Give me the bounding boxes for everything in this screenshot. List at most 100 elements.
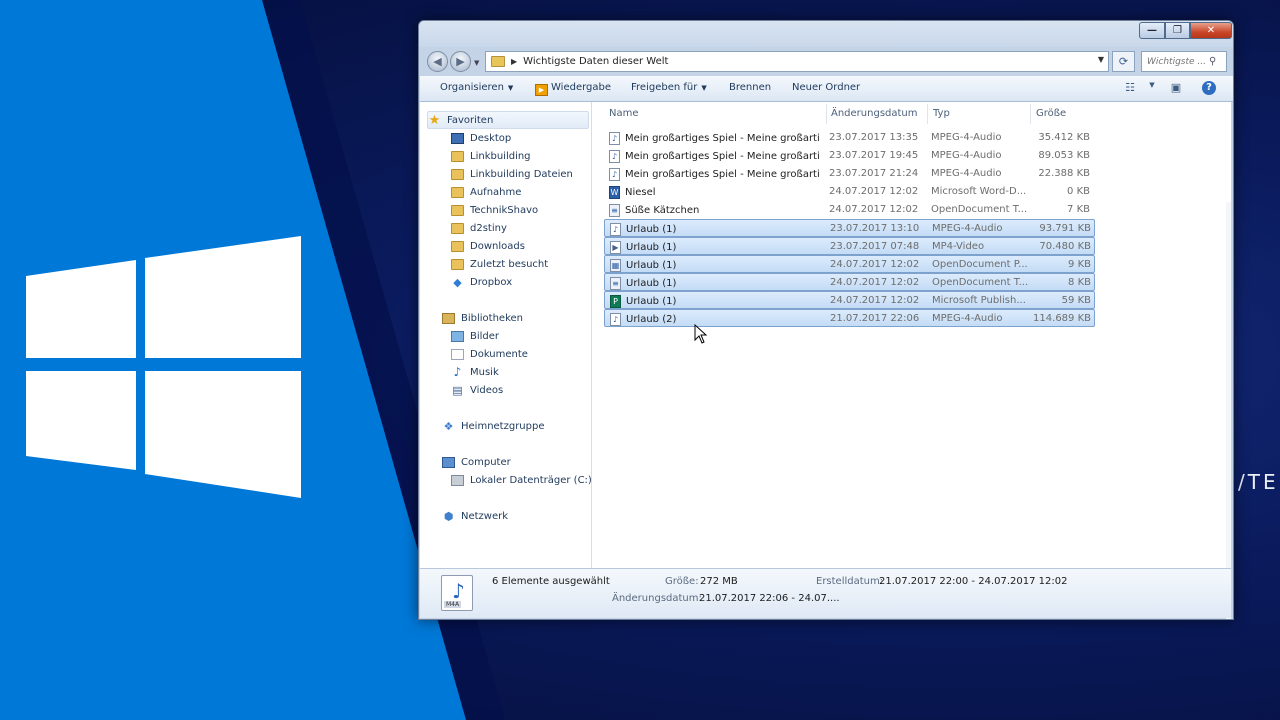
- nav-item-videos[interactable]: ▤ Videos: [451, 381, 503, 399]
- file-name[interactable]: ♪ Mein großartiges Spiel - Meine großarti…: [609, 150, 819, 163]
- nav-item-linkbuilding-dateien[interactable]: Linkbuilding Dateien: [451, 165, 573, 183]
- nav-item-desktop[interactable]: Desktop: [451, 129, 511, 147]
- refresh-button[interactable]: ⟳: [1112, 51, 1135, 72]
- file-size: 0 KB: [1067, 186, 1090, 197]
- nav-item-technikshavo[interactable]: TechnikShavo: [451, 201, 538, 219]
- file-row[interactable]: ♪ Urlaub (1) 23.07.2017 13:10 MPEG-4-Audio 9…: [604, 219, 1095, 237]
- nav-item-linkbuilding[interactable]: Linkbuilding: [451, 147, 531, 165]
- address-bar[interactable]: ▶ Wichtigste Daten dieser Welt ▼: [485, 51, 1109, 72]
- nav-label: Dropbox: [470, 276, 513, 288]
- nav-item-dropbox[interactable]: ◆ Dropbox: [451, 273, 512, 291]
- file-name-text: Urlaub (2): [626, 314, 677, 325]
- command-bar: Organisieren ▼ ▶ Wiedergabe Freigeben für ▼…: [420, 76, 1233, 102]
- nav-item-aufnahme[interactable]: Aufnahme: [451, 183, 521, 201]
- close-button[interactable]: ✕: [1190, 22, 1232, 39]
- file-date: 23.07.2017 07:48: [830, 241, 920, 252]
- file-name[interactable]: P Urlaub (1): [610, 295, 820, 308]
- file-size: 22.388 KB: [1038, 168, 1090, 179]
- file-type: Microsoft Word-D...: [931, 186, 1027, 197]
- nav-item-musik[interactable]: ♪ Musik: [451, 363, 499, 381]
- maximize-button[interactable]: ❐: [1165, 22, 1190, 39]
- play-button[interactable]: ▶ Wiedergabe: [535, 82, 611, 96]
- file-size: 35.412 KB: [1038, 132, 1090, 143]
- homegroup-icon: ❖: [443, 419, 454, 433]
- file-date: 24.07.2017 12:02: [830, 295, 920, 306]
- file-name-text: Urlaub (1): [626, 242, 677, 253]
- arrow-right-icon: ▶: [456, 55, 465, 68]
- column-header-size[interactable]: Größe: [1036, 108, 1066, 119]
- nav-favorites[interactable]: ★ Favoriten: [427, 111, 589, 129]
- view-options-icon[interactable]: ☷: [1122, 81, 1138, 95]
- file-type: MP4-Video: [932, 241, 985, 252]
- music-icon: ♪: [453, 364, 462, 379]
- nav-homegroup[interactable]: ❖ Heimnetzgruppe: [442, 417, 545, 435]
- forward-button[interactable]: ▶: [450, 51, 471, 72]
- column-header-name[interactable]: Name: [609, 108, 639, 119]
- video-icon: ▤: [452, 383, 463, 397]
- organize-menu[interactable]: Organisieren ▼: [440, 82, 513, 93]
- preview-pane-icon[interactable]: ▣: [1168, 81, 1184, 95]
- nav-item-bilder[interactable]: Bilder: [451, 327, 499, 345]
- file-row[interactable]: W Niesel 24.07.2017 12:02 Microsoft Word-D.…: [604, 183, 1095, 201]
- help-icon[interactable]: ?: [1202, 81, 1216, 95]
- file-name[interactable]: ♪ Mein großartiges Spiel - Meine großarti…: [609, 132, 819, 145]
- file-row[interactable]: ♪ Mein großartiges Spiel - Meine großarti…: [604, 147, 1095, 165]
- file-row[interactable]: ≡ Urlaub (1) 24.07.2017 12:02 OpenDocument …: [604, 273, 1095, 291]
- recent-pages-dropdown[interactable]: ▼: [474, 59, 479, 67]
- file-name[interactable]: ▦ Urlaub (1): [610, 259, 820, 272]
- file-row[interactable]: P Urlaub (1) 24.07.2017 12:02 Microsoft Pub…: [604, 291, 1095, 309]
- organize-label: Organisieren: [440, 82, 504, 93]
- file-name[interactable]: ≡ Urlaub (1): [610, 277, 820, 290]
- document-file-icon: ≡: [610, 277, 621, 290]
- address-dropdown-icon[interactable]: ▼: [1098, 55, 1104, 64]
- share-menu[interactable]: Freigeben für ▼: [631, 82, 707, 93]
- column-divider[interactable]: [826, 104, 827, 124]
- nav-item-dokumente[interactable]: Dokumente: [451, 345, 528, 363]
- share-label: Freigeben für: [631, 82, 698, 93]
- nav-computer[interactable]: Computer: [442, 453, 511, 471]
- file-name[interactable]: ≡ Süße Kätzchen: [609, 204, 819, 217]
- view-dropdown-icon[interactable]: ▼: [1144, 81, 1160, 95]
- search-icon[interactable]: ⚲: [1209, 56, 1216, 67]
- scrollbar-track[interactable]: [1226, 202, 1231, 619]
- document-file-icon: ≡: [609, 204, 620, 217]
- back-button[interactable]: ◀: [427, 51, 448, 72]
- pictures-icon: [451, 330, 464, 342]
- file-name[interactable]: ▶ Urlaub (1): [610, 241, 820, 254]
- file-name-text: Mein großartiges Spiel - Meine großartig…: [625, 151, 819, 162]
- computer-icon: [442, 456, 455, 468]
- file-row[interactable]: ♪ Urlaub (2) 21.07.2017 22:06 MPEG-4-Audio 1…: [604, 309, 1095, 327]
- column-divider[interactable]: [927, 104, 928, 124]
- file-name[interactable]: W Niesel: [609, 186, 819, 199]
- address-path[interactable]: Wichtigste Daten dieser Welt: [523, 56, 668, 67]
- presentation-file-icon: ▦: [610, 259, 621, 272]
- file-name[interactable]: ♪ Urlaub (2): [610, 313, 820, 326]
- network-icon: ⬢: [443, 509, 454, 523]
- file-row[interactable]: ▶ Urlaub (1) 23.07.2017 07:48 MP4-Video 70.4…: [604, 237, 1095, 255]
- nav-item-downloads[interactable]: Downloads: [451, 237, 525, 255]
- nav-item-local-disk[interactable]: Lokaler Datenträger (C:): [451, 471, 592, 489]
- file-row[interactable]: ≡ Süße Kätzchen 24.07.2017 12:02 OpenDocume…: [604, 201, 1095, 219]
- nav-item-recent[interactable]: Zuletzt besucht: [451, 255, 548, 273]
- nav-network[interactable]: ⬢ Netzwerk: [442, 507, 508, 525]
- file-type: OpenDocument P...: [932, 259, 1028, 270]
- file-date: 23.07.2017 13:35: [829, 132, 919, 143]
- column-header-date[interactable]: Änderungsdatum: [831, 108, 918, 119]
- column-header-type[interactable]: Typ: [933, 108, 950, 119]
- column-divider[interactable]: [1030, 104, 1031, 124]
- file-name[interactable]: ♪ Urlaub (1): [610, 223, 820, 236]
- created-value: 21.07.2017 22:00 - 24.07.2017 12:02: [879, 576, 1068, 587]
- file-row[interactable]: ♪ Mein großartiges Spiel - Meine großarti…: [604, 165, 1095, 183]
- search-box[interactable]: ⚲: [1141, 51, 1227, 72]
- title-bar[interactable]: — ❐ ✕: [419, 21, 1233, 47]
- new-folder-button[interactable]: Neuer Ordner: [792, 82, 860, 93]
- nav-item-d2stiny[interactable]: d2stiny: [451, 219, 507, 237]
- minimize-button[interactable]: —: [1139, 22, 1165, 39]
- breadcrumb-chevron-icon[interactable]: ▶: [511, 57, 517, 66]
- file-row[interactable]: ▦ Urlaub (1) 24.07.2017 12:02 OpenDocument …: [604, 255, 1095, 273]
- burn-button[interactable]: Brennen: [729, 82, 771, 93]
- search-input[interactable]: [1147, 56, 1209, 67]
- file-row[interactable]: ♪ Mein großartiges Spiel - Meine großarti…: [604, 129, 1095, 147]
- file-name[interactable]: ♪ Mein großartiges Spiel - Meine großarti…: [609, 168, 819, 181]
- nav-libraries[interactable]: Bibliotheken: [442, 309, 523, 327]
